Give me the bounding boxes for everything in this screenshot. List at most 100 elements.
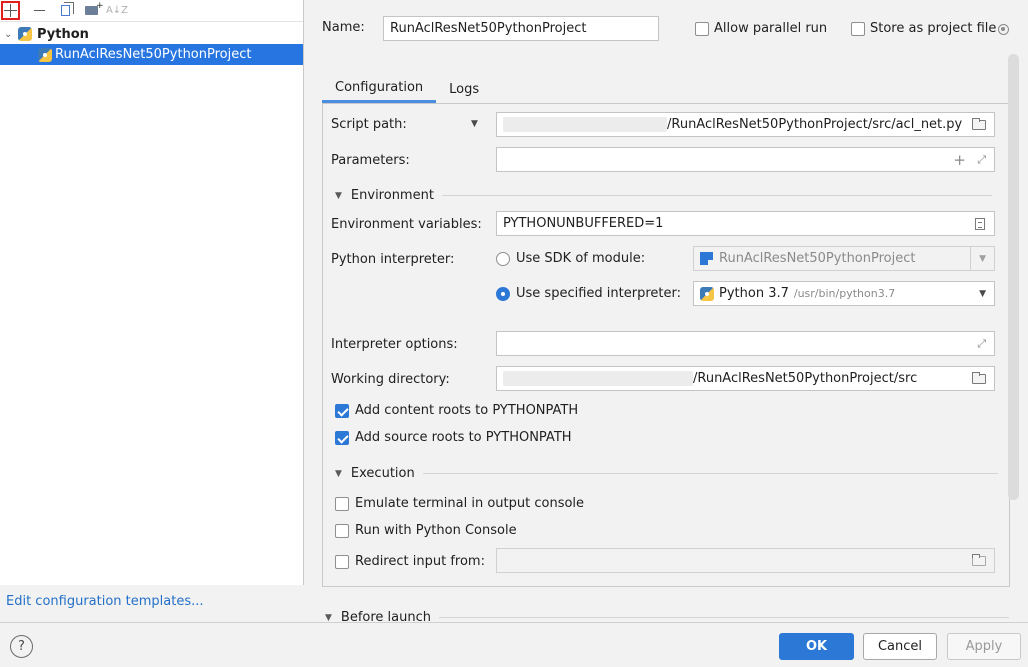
collapse-triangle-icon: ▼	[335, 190, 342, 201]
tree-node-run-config[interactable]: RunAclResNet50PythonProject	[0, 44, 303, 65]
vertical-scrollbar[interactable]	[1008, 54, 1019, 500]
script-path-label: Script path:	[331, 117, 407, 132]
run-configurations-panel: A↓Z ⌄ Python RunAclResNet50PythonProject…	[0, 0, 304, 622]
emulate-terminal-label: Emulate terminal in output console	[355, 496, 585, 511]
parameters-label: Parameters:	[331, 153, 410, 168]
working-directory-label: Working directory:	[331, 372, 450, 387]
script-path-value: /RunAclResNet50PythonProject/src/acl_net…	[667, 117, 963, 132]
execution-header-label: Execution	[350, 466, 415, 481]
interpreter-options-label: Interpreter options:	[331, 337, 458, 352]
tab-configuration[interactable]: Configuration	[322, 75, 437, 103]
add-configuration-button[interactable]	[1, 1, 20, 20]
name-value: RunAclResNet50PythonProject	[390, 21, 587, 36]
execution-section-header[interactable]: ▼ Execution	[335, 466, 998, 481]
use-sdk-radio[interactable]: Use SDK of module:	[496, 251, 645, 266]
script-path-input[interactable]: /RunAclResNet50PythonProject/src/acl_net…	[496, 112, 995, 137]
sort-alpha-icon: A↓Z	[105, 5, 129, 16]
add-source-roots-label: Add source roots to PYTHONPATH	[355, 430, 572, 445]
python-icon	[38, 47, 52, 62]
allow-parallel-run-label: Allow parallel run	[714, 21, 828, 36]
checkbox[interactable]	[335, 554, 349, 569]
divider	[422, 473, 998, 474]
add-content-roots-label: Add content roots to PYTHONPATH	[355, 403, 579, 418]
radio[interactable]	[496, 286, 510, 301]
checkbox[interactable]	[335, 496, 349, 511]
add-content-roots-checkbox[interactable]: Add content roots to PYTHONPATH	[335, 403, 578, 418]
use-sdk-label: Use SDK of module:	[516, 251, 646, 266]
name-label: Name:	[322, 20, 365, 35]
collapse-triangle-icon: ▼	[325, 612, 332, 623]
gear-icon[interactable]	[998, 24, 1010, 35]
emulate-terminal-checkbox[interactable]: Emulate terminal in output console	[335, 496, 584, 511]
edit-configuration-templates-link[interactable]: Edit configuration templates...	[6, 594, 204, 609]
apply-button[interactable]: Apply	[947, 633, 1021, 660]
move-into-folder-button[interactable]	[78, 1, 104, 21]
interpreter-select[interactable]: Python 3.7 /usr/bin/python3.7 ▼	[693, 281, 995, 306]
store-as-project-file-checkbox[interactable]: Store as project file	[851, 21, 1010, 36]
env-vars-value: PYTHONUNBUFFERED=1	[503, 216, 664, 231]
working-directory-value: /RunAclResNet50PythonProject/src	[693, 371, 918, 386]
copy-configuration-button[interactable]	[52, 1, 78, 21]
python-icon	[18, 27, 32, 41]
tree-node-label: RunAclResNet50PythonProject	[55, 47, 252, 62]
folder-icon[interactable]	[972, 371, 986, 384]
help-button[interactable]: ?	[10, 635, 33, 658]
cancel-button[interactable]: Cancel	[863, 633, 937, 660]
checkbox[interactable]	[335, 430, 349, 445]
expand-icon[interactable]: ⤢	[977, 153, 986, 167]
script-type-dropdown-icon[interactable]: ▼	[471, 119, 478, 129]
tree-node-label: Python	[37, 26, 89, 42]
environment-section-header[interactable]: ▼ Environment	[335, 188, 992, 203]
expand-icon[interactable]: ⤢	[977, 337, 986, 351]
edit-env-vars-icon[interactable]	[975, 217, 985, 230]
dropdown-arrow-icon: ▼	[970, 247, 994, 270]
use-specified-interpreter-radio[interactable]: Use specified interpreter:	[496, 286, 681, 301]
parameters-input[interactable]: + ⤢	[496, 147, 995, 172]
divider	[439, 617, 1010, 618]
python-interpreter-label: Python interpreter:	[331, 252, 455, 267]
interpreter-name: Python 3.7	[719, 286, 789, 301]
remove-configuration-button[interactable]	[26, 1, 52, 21]
configurations-toolbar: A↓Z	[0, 0, 303, 22]
working-directory-input[interactable]: /RunAclResNet50PythonProject/src	[496, 366, 995, 391]
config-tabs: Configuration Logs	[322, 75, 492, 103]
sdk-module-value: RunAclResNet50PythonProject	[719, 251, 916, 266]
env-vars-label: Environment variables:	[331, 217, 482, 232]
env-vars-input[interactable]: PYTHONUNBUFFERED=1	[496, 211, 995, 236]
checkbox[interactable]	[851, 21, 865, 36]
folder-icon[interactable]	[972, 117, 986, 130]
allow-parallel-run-checkbox[interactable]: Allow parallel run	[695, 21, 827, 36]
new-folder-icon	[84, 1, 103, 15]
configuration-editor: Name: RunAclResNet50PythonProject Allow …	[305, 0, 1028, 625]
configurations-tree: ⌄ Python RunAclResNet50PythonProject	[0, 22, 303, 65]
sort-configurations-button[interactable]: A↓Z	[104, 1, 130, 21]
interpreter-options-input[interactable]: ⤢	[496, 331, 995, 356]
checkbox[interactable]	[335, 403, 349, 418]
chevron-down-icon[interactable]: ⌄	[4, 29, 16, 40]
ok-button[interactable]: OK	[779, 633, 854, 660]
module-icon	[700, 252, 713, 265]
copy-icon	[60, 2, 74, 16]
checkbox[interactable]	[335, 523, 349, 538]
run-with-python-console-checkbox[interactable]: Run with Python Console	[335, 523, 517, 538]
checkbox[interactable]	[695, 21, 709, 36]
dialog-button-bar: ? OK Cancel Apply	[0, 622, 1028, 667]
plus-icon	[4, 4, 17, 17]
radio[interactable]	[496, 251, 510, 266]
redirect-input-checkbox[interactable]: Redirect input from:	[335, 554, 485, 569]
add-source-roots-checkbox[interactable]: Add source roots to PYTHONPATH	[335, 430, 572, 445]
interpreter-path: /usr/bin/python3.7	[793, 287, 896, 300]
redacted-path	[503, 371, 693, 386]
redirect-input-field[interactable]	[496, 548, 995, 573]
store-as-project-file-label: Store as project file	[870, 21, 997, 36]
folder-icon[interactable]	[972, 553, 986, 566]
sdk-module-select[interactable]: RunAclResNet50PythonProject ▼	[693, 246, 995, 271]
python-icon	[700, 286, 714, 301]
name-input[interactable]: RunAclResNet50PythonProject	[383, 16, 659, 41]
add-macro-icon[interactable]: +	[953, 151, 966, 169]
tree-node-python[interactable]: ⌄ Python	[0, 24, 303, 44]
redacted-path	[503, 117, 667, 132]
environment-header-label: Environment	[350, 188, 434, 203]
tab-logs[interactable]: Logs	[436, 75, 492, 103]
run-with-python-console-label: Run with Python Console	[355, 523, 517, 538]
